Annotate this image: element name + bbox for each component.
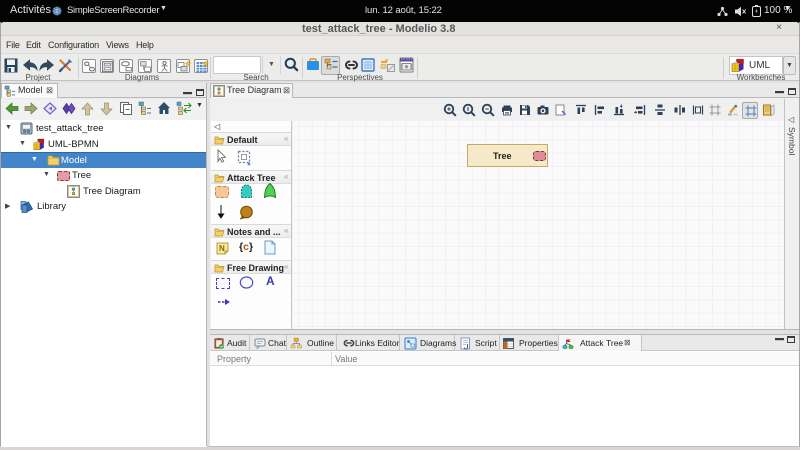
svg-text:N: N [219, 244, 225, 253]
